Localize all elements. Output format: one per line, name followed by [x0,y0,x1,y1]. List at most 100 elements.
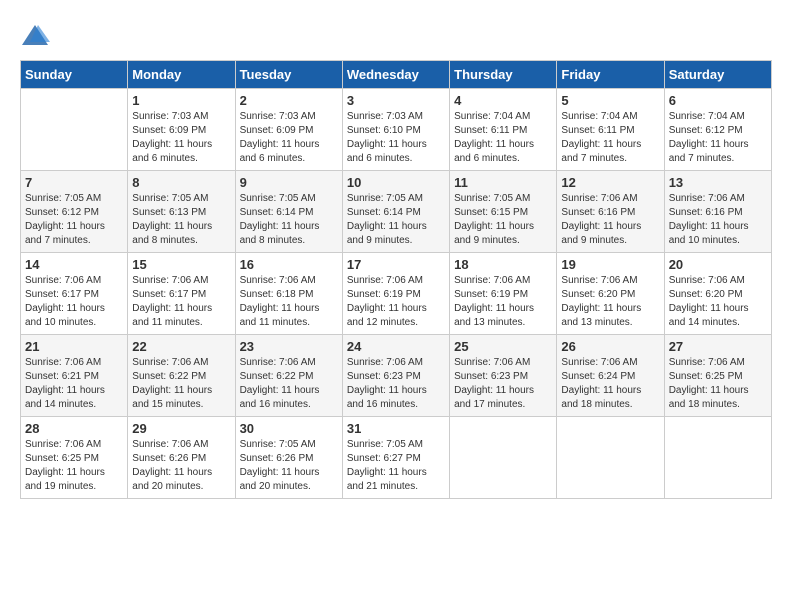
sunset-label: Sunset: 6:14 PM [347,207,421,218]
day-number: 26 [561,339,659,354]
day-number: 6 [669,93,767,108]
day-cell: 6 Sunrise: 7:04 AM Sunset: 6:12 PM Dayli… [664,89,771,171]
sunset-label: Sunset: 6:25 PM [669,371,743,382]
header-row: SundayMondayTuesdayWednesdayThursdayFrid… [21,61,772,89]
day-number: 11 [454,175,552,190]
sunset-label: Sunset: 6:23 PM [454,371,528,382]
day-number: 20 [669,257,767,272]
daylight-label: Daylight: 11 hours and 9 minutes. [347,221,427,246]
day-detail: Sunrise: 7:03 AM Sunset: 6:09 PM Dayligh… [132,110,230,166]
sunset-label: Sunset: 6:17 PM [132,289,206,300]
header-thursday: Thursday [450,61,557,89]
sunrise-label: Sunrise: 7:06 AM [240,275,316,286]
day-detail: Sunrise: 7:04 AM Sunset: 6:12 PM Dayligh… [669,110,767,166]
day-number: 14 [25,257,123,272]
week-row-4: 21 Sunrise: 7:06 AM Sunset: 6:21 PM Dayl… [21,335,772,417]
day-detail: Sunrise: 7:06 AM Sunset: 6:21 PM Dayligh… [25,356,123,412]
sunrise-label: Sunrise: 7:05 AM [454,193,530,204]
sunset-label: Sunset: 6:21 PM [25,371,99,382]
day-number: 24 [347,339,445,354]
week-row-5: 28 Sunrise: 7:06 AM Sunset: 6:25 PM Dayl… [21,417,772,499]
sunrise-label: Sunrise: 7:06 AM [347,275,423,286]
day-detail: Sunrise: 7:05 AM Sunset: 6:13 PM Dayligh… [132,192,230,248]
sunset-label: Sunset: 6:27 PM [347,453,421,464]
day-number: 2 [240,93,338,108]
sunset-label: Sunset: 6:17 PM [25,289,99,300]
daylight-label: Daylight: 11 hours and 8 minutes. [240,221,320,246]
day-number: 19 [561,257,659,272]
day-detail: Sunrise: 7:05 AM Sunset: 6:14 PM Dayligh… [240,192,338,248]
day-cell: 19 Sunrise: 7:06 AM Sunset: 6:20 PM Dayl… [557,253,664,335]
day-cell: 22 Sunrise: 7:06 AM Sunset: 6:22 PM Dayl… [128,335,235,417]
day-cell: 29 Sunrise: 7:06 AM Sunset: 6:26 PM Dayl… [128,417,235,499]
daylight-label: Daylight: 11 hours and 7 minutes. [25,221,105,246]
day-cell [557,417,664,499]
day-cell [664,417,771,499]
sunset-label: Sunset: 6:22 PM [132,371,206,382]
daylight-label: Daylight: 11 hours and 13 minutes. [454,303,534,328]
sunrise-label: Sunrise: 7:06 AM [561,357,637,368]
day-cell: 25 Sunrise: 7:06 AM Sunset: 6:23 PM Dayl… [450,335,557,417]
daylight-label: Daylight: 11 hours and 6 minutes. [132,139,212,164]
sunset-label: Sunset: 6:11 PM [454,125,527,136]
day-detail: Sunrise: 7:05 AM Sunset: 6:26 PM Dayligh… [240,438,338,494]
day-number: 22 [132,339,230,354]
sunrise-label: Sunrise: 7:05 AM [25,193,101,204]
day-number: 9 [240,175,338,190]
day-detail: Sunrise: 7:06 AM Sunset: 6:18 PM Dayligh… [240,274,338,330]
sunset-label: Sunset: 6:16 PM [561,207,635,218]
day-detail: Sunrise: 7:03 AM Sunset: 6:10 PM Dayligh… [347,110,445,166]
sunrise-label: Sunrise: 7:06 AM [561,193,637,204]
header-monday: Monday [128,61,235,89]
sunrise-label: Sunrise: 7:04 AM [669,111,745,122]
header-sunday: Sunday [21,61,128,89]
daylight-label: Daylight: 11 hours and 14 minutes. [25,385,105,410]
sunrise-label: Sunrise: 7:05 AM [240,193,316,204]
logo [20,20,54,50]
day-detail: Sunrise: 7:06 AM Sunset: 6:25 PM Dayligh… [25,438,123,494]
daylight-label: Daylight: 11 hours and 20 minutes. [132,467,212,492]
day-cell: 18 Sunrise: 7:06 AM Sunset: 6:19 PM Dayl… [450,253,557,335]
day-number: 1 [132,93,230,108]
sunrise-label: Sunrise: 7:04 AM [454,111,530,122]
day-cell: 30 Sunrise: 7:05 AM Sunset: 6:26 PM Dayl… [235,417,342,499]
day-cell: 9 Sunrise: 7:05 AM Sunset: 6:14 PM Dayli… [235,171,342,253]
day-cell: 16 Sunrise: 7:06 AM Sunset: 6:18 PM Dayl… [235,253,342,335]
day-cell [450,417,557,499]
sunrise-label: Sunrise: 7:05 AM [132,193,208,204]
sunrise-label: Sunrise: 7:06 AM [669,275,745,286]
day-cell: 3 Sunrise: 7:03 AM Sunset: 6:10 PM Dayli… [342,89,449,171]
day-number: 10 [347,175,445,190]
sunset-label: Sunset: 6:13 PM [132,207,206,218]
sunset-label: Sunset: 6:09 PM [132,125,206,136]
sunrise-label: Sunrise: 7:06 AM [347,357,423,368]
day-number: 4 [454,93,552,108]
day-number: 28 [25,421,123,436]
sunrise-label: Sunrise: 7:05 AM [347,439,423,450]
day-number: 31 [347,421,445,436]
daylight-label: Daylight: 11 hours and 17 minutes. [454,385,534,410]
day-detail: Sunrise: 7:06 AM Sunset: 6:22 PM Dayligh… [132,356,230,412]
day-detail: Sunrise: 7:05 AM Sunset: 6:12 PM Dayligh… [25,192,123,248]
day-number: 8 [132,175,230,190]
day-detail: Sunrise: 7:06 AM Sunset: 6:26 PM Dayligh… [132,438,230,494]
day-cell: 11 Sunrise: 7:05 AM Sunset: 6:15 PM Dayl… [450,171,557,253]
sunset-label: Sunset: 6:20 PM [561,289,635,300]
day-number: 12 [561,175,659,190]
day-cell: 20 Sunrise: 7:06 AM Sunset: 6:20 PM Dayl… [664,253,771,335]
day-cell: 26 Sunrise: 7:06 AM Sunset: 6:24 PM Dayl… [557,335,664,417]
day-number: 5 [561,93,659,108]
day-detail: Sunrise: 7:03 AM Sunset: 6:09 PM Dayligh… [240,110,338,166]
daylight-label: Daylight: 11 hours and 8 minutes. [132,221,212,246]
sunset-label: Sunset: 6:18 PM [240,289,314,300]
day-cell: 8 Sunrise: 7:05 AM Sunset: 6:13 PM Dayli… [128,171,235,253]
sunrise-label: Sunrise: 7:06 AM [25,357,101,368]
day-cell: 28 Sunrise: 7:06 AM Sunset: 6:25 PM Dayl… [21,417,128,499]
daylight-label: Daylight: 11 hours and 16 minutes. [240,385,320,410]
daylight-label: Daylight: 11 hours and 9 minutes. [561,221,641,246]
day-detail: Sunrise: 7:06 AM Sunset: 6:24 PM Dayligh… [561,356,659,412]
daylight-label: Daylight: 11 hours and 16 minutes. [347,385,427,410]
day-detail: Sunrise: 7:06 AM Sunset: 6:19 PM Dayligh… [454,274,552,330]
daylight-label: Daylight: 11 hours and 10 minutes. [669,221,749,246]
day-cell: 10 Sunrise: 7:05 AM Sunset: 6:14 PM Dayl… [342,171,449,253]
